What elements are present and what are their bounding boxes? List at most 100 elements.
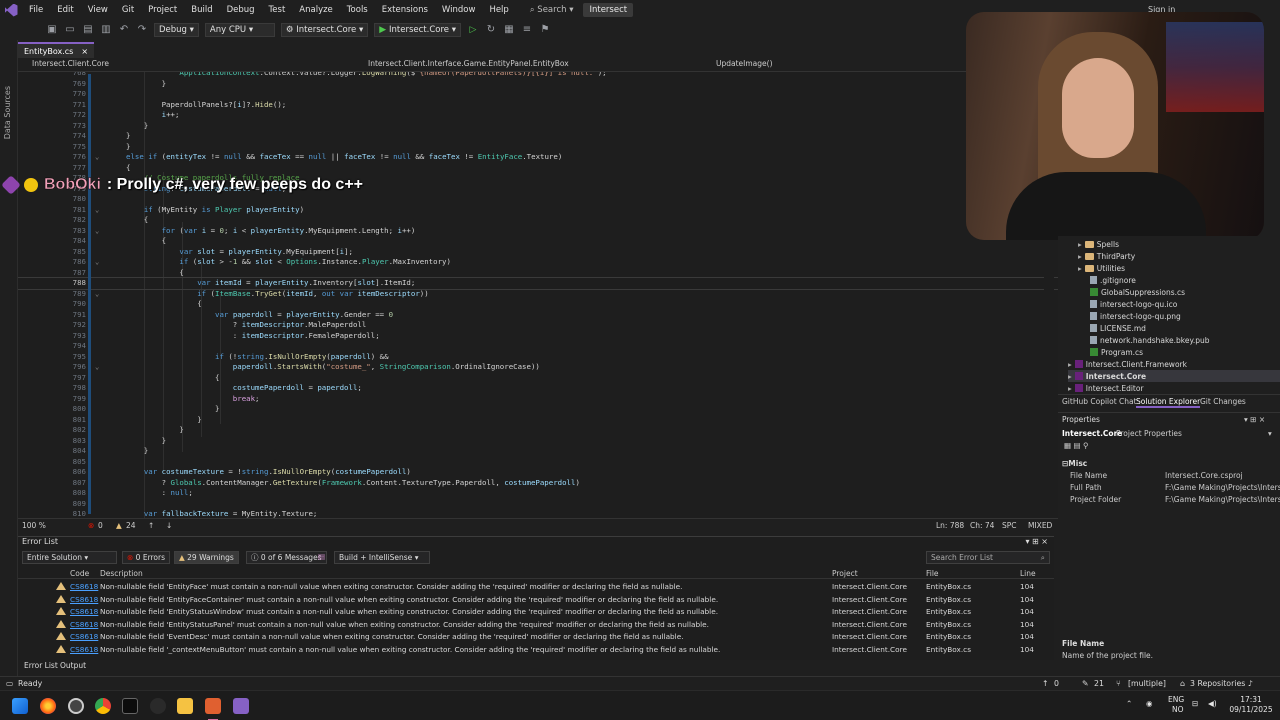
fold-chevron-icon[interactable]: ⌄	[95, 205, 99, 216]
status-errors[interactable]: 0	[1054, 679, 1059, 688]
code-line[interactable]: 789 ⌄ if (ItemBase.TryGet(itemId, out var…	[18, 289, 1058, 300]
code-editor[interactable]: 768 ApplicationContext.Context.Value?.Lo…	[18, 72, 1058, 518]
error-row[interactable]: CS8618 Non-nullable field 'EntityFaceCont…	[18, 593, 1054, 606]
warning-count[interactable]: 24	[126, 521, 136, 530]
comment-icon[interactable]: ≡	[521, 24, 533, 36]
code-line[interactable]: 787 {	[18, 268, 1058, 279]
error-row[interactable]: CS8618 Non-nullable field '_contextMenuBu…	[18, 643, 1054, 656]
error-code-link[interactable]: CS8618	[70, 607, 98, 616]
tree-item[interactable]: network.handshake.bkey.pub	[1090, 334, 1280, 346]
code-line[interactable]: 770	[18, 89, 1058, 100]
tab-entitybox[interactable]: EntityBox.cs ×	[18, 42, 95, 58]
code-line[interactable]: 796 ⌄ paperdoll.StartsWith("costume_", St…	[18, 362, 1058, 373]
code-line[interactable]: 784 {	[18, 236, 1058, 247]
startup-project-dropdown[interactable]: ⚙ Intersect.Core ▾	[280, 23, 369, 37]
code-line[interactable]: 772 i++;	[18, 110, 1058, 121]
code-line[interactable]: 800 }	[18, 404, 1058, 415]
tree-item[interactable]: GlobalSuppressions.cs	[1090, 286, 1280, 298]
tree-item[interactable]: ▸ Intersect.Core	[1068, 370, 1280, 382]
code-line[interactable]: 797 {	[18, 373, 1058, 384]
undo-icon[interactable]: ↶	[118, 24, 130, 36]
obs-icon[interactable]	[150, 698, 166, 714]
error-row[interactable]: CS8618 Non-nullable field 'EntityFace' mu…	[18, 580, 1054, 593]
error-code-link[interactable]: CS8618	[70, 595, 98, 604]
column-project[interactable]: Project	[832, 569, 858, 578]
save-icon[interactable]: ▤	[82, 24, 94, 36]
menu-debug[interactable]: Debug	[220, 0, 262, 20]
code-line[interactable]: 792 ? itemDescriptor.MalePaperdoll	[18, 320, 1058, 331]
code-line[interactable]: 806 var costumeTexture = !string.IsNullO…	[18, 467, 1058, 478]
chevron-right-icon[interactable]: ▸	[1068, 372, 1072, 381]
zoom-level[interactable]: 100 %	[22, 521, 46, 530]
column-description[interactable]: Description	[100, 569, 143, 578]
chevron-down-icon[interactable]: ▾	[1268, 429, 1272, 438]
terminal-icon[interactable]	[122, 698, 138, 714]
new-item-icon[interactable]: ▣	[46, 24, 58, 36]
tree-item[interactable]: Program.cs	[1090, 346, 1280, 358]
code-line[interactable]: 781 ⌄ if (MyEntity is Player playerEntity…	[18, 205, 1058, 216]
menu-git[interactable]: Git	[115, 0, 141, 20]
panel-controls-icon[interactable]: ▾ ⊞ ×	[1244, 415, 1265, 424]
menu-tools[interactable]: Tools	[340, 0, 375, 20]
code-line[interactable]: 769 }	[18, 79, 1058, 90]
prop-value-file-name[interactable]: Intersect.Core.csproj	[1165, 471, 1243, 480]
file-explorer-icon[interactable]	[177, 698, 193, 714]
code-line[interactable]: 808 : null;	[18, 488, 1058, 499]
fold-chevron-icon[interactable]: ⌄	[95, 152, 99, 163]
tray-app-icon[interactable]: ◉	[1146, 699, 1153, 708]
menu-edit[interactable]: Edit	[50, 0, 80, 20]
chevron-right-icon[interactable]: ▸	[1078, 264, 1082, 273]
column-code[interactable]: Code	[70, 569, 89, 578]
errors-filter-button[interactable]: ⊗ 0 Errors	[122, 551, 171, 564]
category-misc[interactable]: ⊟ Misc	[1062, 459, 1087, 468]
error-code-link[interactable]: CS8618	[70, 645, 98, 654]
tree-item[interactable]: intersect-logo-qu.ico	[1090, 298, 1280, 310]
code-line[interactable]: 774}	[18, 131, 1058, 142]
language-code[interactable]: ENG	[1168, 695, 1184, 704]
indent-mode[interactable]: SPC	[1002, 521, 1017, 530]
network-icon[interactable]: ⊟	[1192, 699, 1198, 708]
windows-start-icon[interactable]	[12, 698, 28, 714]
taskbar-app-icon[interactable]	[205, 698, 221, 714]
search-menu[interactable]: ⌕ Search ▾	[524, 5, 580, 15]
tree-item[interactable]: ▸ Intersect.Editor	[1068, 382, 1280, 394]
code-line[interactable]: 807 ? Globals.ContentManager.GetTexture(…	[18, 478, 1058, 489]
fold-chevron-icon[interactable]: ⌄	[95, 257, 99, 268]
menu-project[interactable]: Project	[141, 0, 184, 20]
open-icon[interactable]: ▭	[64, 24, 76, 36]
tray-chevron-icon[interactable]: ⌃	[1126, 699, 1132, 708]
notifications-icon[interactable]: ♪	[1248, 679, 1253, 688]
code-line[interactable]: 802 }	[18, 425, 1058, 436]
code-line[interactable]: 776 ⌄ else if (entityTex != null && faceTe…	[18, 152, 1058, 163]
tree-item[interactable]: intersect-logo-qu.png	[1090, 310, 1280, 322]
code-line[interactable]: 809	[18, 499, 1058, 510]
project-dropdown[interactable]: Intersect.Client.Core	[32, 59, 109, 68]
error-code-link[interactable]: CS8618	[70, 582, 98, 591]
hot-reload-icon[interactable]: ↻	[485, 24, 497, 36]
code-line[interactable]: 799 break;	[18, 394, 1058, 405]
tree-item[interactable]: LICENSE.md	[1090, 322, 1280, 334]
visual-studio-taskbar-icon[interactable]	[233, 698, 249, 714]
fold-chevron-icon[interactable]: ⌄	[95, 226, 99, 237]
save-all-icon[interactable]: ▥	[100, 24, 112, 36]
code-line[interactable]: 801 }	[18, 415, 1058, 426]
next-issue-icon[interactable]: ↓	[166, 521, 172, 530]
fold-chevron-icon[interactable]: ⌄	[95, 289, 99, 300]
code-line[interactable]: 803 }	[18, 436, 1058, 447]
tree-item[interactable]: ▸ Intersect.Client.Framework	[1068, 358, 1280, 370]
error-row[interactable]: CS8618 Non-nullable field 'EntityStatusPa…	[18, 618, 1054, 631]
code-line[interactable]: 777 {	[18, 163, 1058, 174]
search-error-list-input[interactable]: Search Error List ⌕	[926, 551, 1050, 564]
tree-item[interactable]: ▸ Utilities	[1078, 262, 1280, 274]
menu-view[interactable]: View	[81, 0, 115, 20]
keyboard-layout[interactable]: NO	[1172, 705, 1184, 714]
close-icon[interactable]: ×	[81, 47, 88, 56]
code-line[interactable]: 788 var itemId = playerEntity.Inventory[…	[18, 277, 1058, 290]
error-code-link[interactable]: CS8618	[70, 620, 98, 629]
member-dropdown[interactable]: UpdateImage()	[716, 59, 773, 68]
menu-window[interactable]: Window	[435, 0, 483, 20]
scope-dropdown[interactable]: Entire Solution ▾	[22, 551, 117, 564]
error-row[interactable]: CS8618 Non-nullable field 'EntityStatusWi…	[18, 605, 1054, 618]
error-code-link[interactable]: CS8618	[70, 632, 98, 641]
tree-item[interactable]: ▸ ThirdParty	[1078, 250, 1280, 262]
